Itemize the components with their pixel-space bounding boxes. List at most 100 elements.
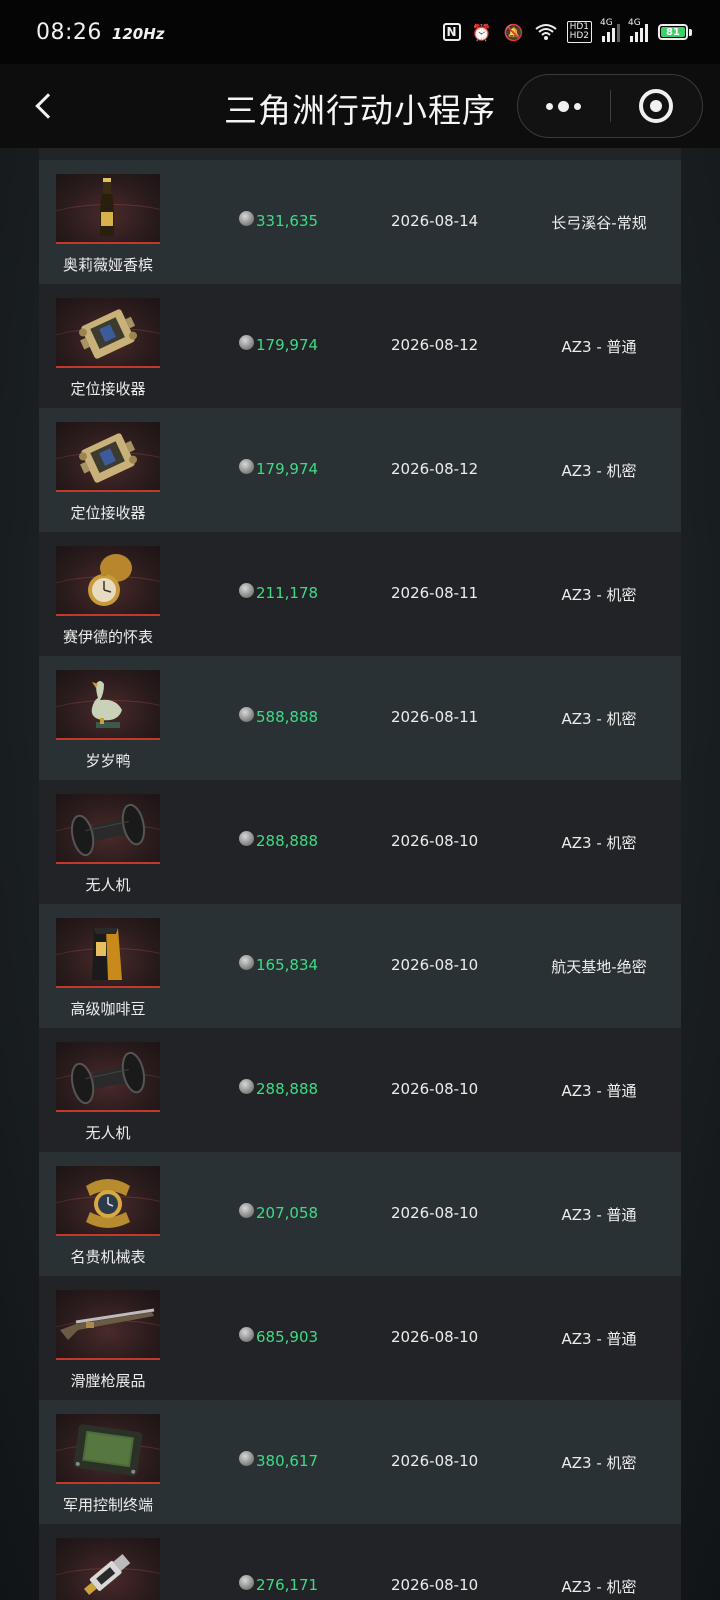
price-cell: 685,903: [239, 1326, 319, 1346]
item-cell: 滑膛枪展品: [39, 1276, 177, 1400]
coin-icon: [239, 1326, 254, 1342]
list-item[interactable]: 无人机 288,888 2026-08-10 AZ3 - 机密: [39, 780, 681, 904]
luxury-watch-icon: [56, 1166, 160, 1236]
item-price: 588,888: [256, 708, 319, 726]
list-item[interactable]: 军用控制终端 380,617 2026-08-10 AZ3 - 机密: [39, 1400, 681, 1524]
coin-icon: [239, 954, 254, 970]
close-mini-program-button[interactable]: [611, 75, 703, 137]
price-cell: 288,888: [239, 1078, 319, 1098]
item-cell: 无人机: [39, 780, 177, 904]
item-cell: 军用控制终端: [39, 1400, 177, 1524]
item-price: 331,635: [256, 212, 319, 230]
item-name: 定位接收器: [70, 504, 146, 522]
item-date: 2026-08-11: [391, 584, 479, 602]
price-cell: 276,171: [239, 1574, 319, 1594]
price-cell: 207,058: [239, 1202, 319, 1222]
signal-sim2-icon: 4G: [628, 18, 648, 42]
price-cell: 380,617: [239, 1450, 319, 1470]
item-map-mode: 航天基地-绝密: [551, 958, 647, 976]
item-name: 滑膛枪展品: [70, 1372, 146, 1390]
item-price: 685,903: [256, 1328, 319, 1346]
item-date: 2026-08-11: [391, 708, 479, 726]
wifi-icon: [534, 21, 557, 43]
item-name: 无人机: [85, 1124, 131, 1142]
musket-icon: [56, 1290, 160, 1360]
coin-icon: [239, 582, 254, 598]
coin-icon: [239, 830, 254, 846]
coin-icon: [239, 706, 254, 722]
list-item[interactable]: 定位接收器 179,974 2026-08-12 AZ3 - 机密: [39, 408, 681, 532]
item-price: 207,058: [256, 1204, 319, 1222]
item-price: 288,888: [256, 832, 319, 850]
status-bar: 08:26 120Hz N ⏰ 🔕 HD1 HD2 4G 4G 81: [0, 0, 720, 64]
price-cell: 165,834: [239, 954, 318, 974]
item-map-mode: 长弓溪谷-常规: [551, 214, 647, 232]
item-cell: [39, 1524, 177, 1600]
usb-key-icon: [56, 1538, 160, 1600]
item-date: 2026-08-12: [391, 460, 479, 478]
mini-program-capsule: [517, 74, 703, 138]
price-cell: 179,974: [239, 458, 318, 478]
item-date: 2026-08-10: [391, 1328, 479, 1346]
list-item[interactable]: 奥莉薇娅香槟 331,635 2026-08-14 长弓溪谷-常规: [39, 160, 681, 284]
item-date: 2026-08-10: [391, 832, 479, 850]
item-date: 2026-08-12: [391, 336, 479, 354]
clock: 08:26: [36, 19, 102, 45]
record-list[interactable]: 奥莉薇娅香槟 331,635 2026-08-14 长弓溪谷-常规 定位接收器 …: [39, 148, 681, 1600]
list-item[interactable]: 岁岁鸭 588,888 2026-08-11 AZ3 - 机密: [39, 656, 681, 780]
hd-label-2: HD2: [569, 31, 589, 41]
control-terminal-icon: [56, 1414, 160, 1484]
alarm-icon: ⏰: [471, 22, 492, 42]
list-item[interactable]: 定位接收器 179,974 2026-08-12 AZ3 - 普通: [39, 284, 681, 408]
nav-bar: 三角洲行动小程序: [0, 64, 720, 148]
coin-icon: [239, 210, 254, 226]
refresh-rate: 120Hz: [111, 24, 165, 43]
sim1-network-label: 4G: [600, 18, 613, 28]
item-cell: 无人机: [39, 1028, 177, 1152]
drone-icon: [56, 794, 160, 864]
mute-bell-icon: 🔕: [503, 22, 524, 42]
list-item[interactable]: 276,171 2026-08-10 AZ3 - 机密: [39, 1524, 681, 1600]
list-item-partial: [39, 148, 681, 160]
list-item[interactable]: 无人机 288,888 2026-08-10 AZ3 - 普通: [39, 1028, 681, 1152]
signal-sim1-icon: 4G: [600, 18, 620, 42]
item-name: 名贵机械表: [70, 1248, 146, 1266]
item-cell: 赛伊德的怀表: [39, 532, 177, 656]
item-price: 380,617: [256, 1452, 319, 1470]
status-right: N ⏰ 🔕 HD1 HD2 4G 4G 81: [442, 18, 692, 43]
battery-icon: 81: [658, 24, 692, 40]
coin-icon: [239, 1202, 254, 1218]
item-price: 276,171: [256, 1576, 319, 1594]
price-cell: 179,974: [239, 334, 319, 354]
pocket-watch-icon: [56, 546, 160, 616]
nfc-icon: N: [442, 23, 461, 41]
coin-icon: [239, 334, 254, 350]
drone-icon: [56, 1042, 160, 1112]
list-item[interactable]: 滑膛枪展品 685,903 2026-08-10 AZ3 - 普通: [39, 1276, 681, 1400]
coin-icon: [239, 1078, 254, 1094]
item-map-mode: AZ3 - 机密: [561, 1578, 637, 1596]
item-price: 179,974: [256, 336, 319, 354]
hd-voice-icon: HD1 HD2: [566, 21, 592, 43]
item-map-mode: AZ3 - 机密: [561, 710, 637, 728]
item-map-mode: AZ3 - 机密: [561, 834, 637, 852]
status-left: 08:26 120Hz: [36, 20, 165, 45]
list-item[interactable]: 高级咖啡豆 165,834 2026-08-10 航天基地-绝密: [39, 904, 681, 1028]
item-name: 军用控制终端: [62, 1496, 153, 1514]
price-cell: 331,635: [239, 210, 319, 230]
item-map-mode: AZ3 - 普通: [561, 1330, 637, 1348]
item-price: 288,888: [256, 1080, 319, 1098]
item-name: 无人机: [85, 876, 131, 894]
item-date: 2026-08-10: [391, 1080, 479, 1098]
list-item[interactable]: 名贵机械表 207,058 2026-08-10 AZ3 - 普通: [39, 1152, 681, 1276]
item-map-mode: AZ3 - 普通: [561, 1206, 637, 1224]
item-date: 2026-08-14: [391, 212, 479, 230]
item-name: 赛伊德的怀表: [62, 628, 153, 646]
item-name: 奥莉薇娅香槟: [62, 256, 153, 274]
more-options-button[interactable]: [518, 75, 610, 137]
item-name: 岁岁鸭: [85, 752, 131, 770]
coin-icon: [239, 1450, 254, 1466]
list-item[interactable]: 赛伊德的怀表 211,178 2026-08-11 AZ3 - 机密: [39, 532, 681, 656]
item-date: 2026-08-10: [391, 1204, 479, 1222]
item-map-mode: AZ3 - 机密: [561, 462, 637, 480]
